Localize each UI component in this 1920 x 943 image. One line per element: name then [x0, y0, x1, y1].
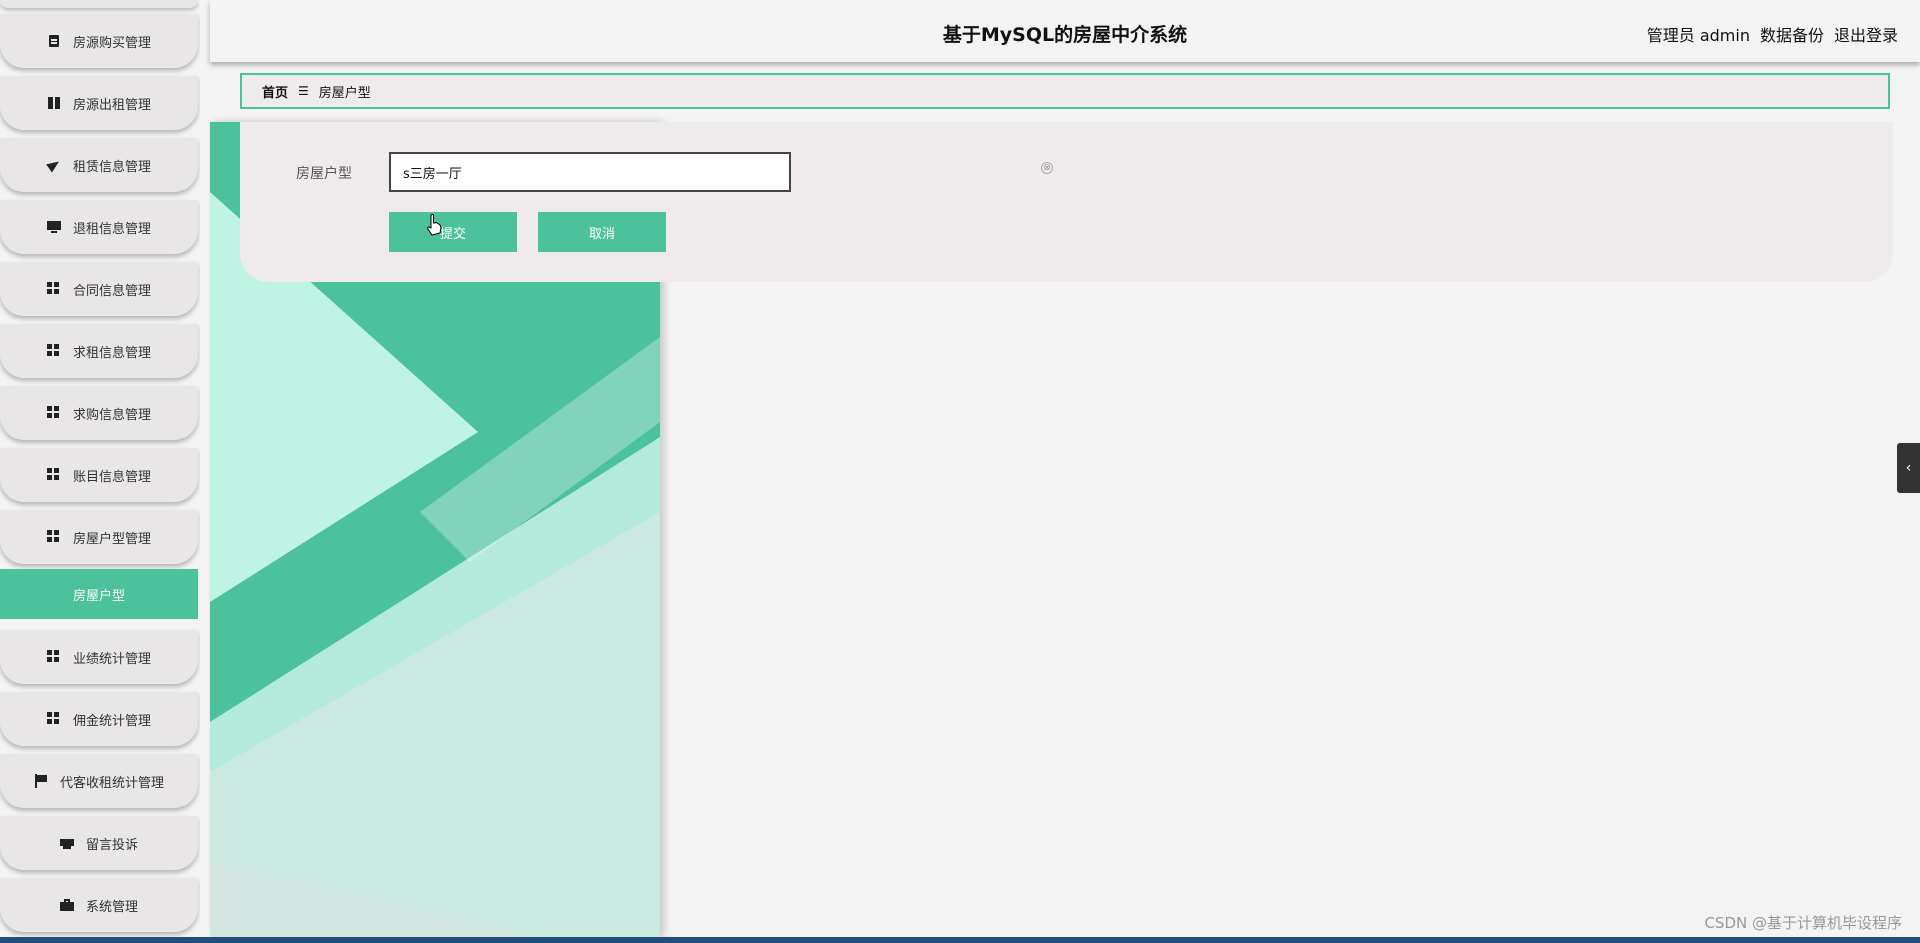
sidebar-item-label: 代客收租统计管理	[59, 775, 164, 791]
grid-icon	[46, 712, 61, 726]
suitcase-icon	[59, 898, 74, 912]
flag-icon	[34, 774, 48, 788]
sidebar-item-label: 退租信息管理	[72, 221, 151, 237]
sidebar-item-label: 房源出租管理	[72, 97, 151, 113]
taskbar-edge	[0, 937, 1920, 943]
form-card: 房屋户型 ⊗ 提交 取消	[240, 122, 1893, 282]
submit-button[interactable]: 提交	[389, 212, 517, 252]
sidebar-item-partial[interactable]	[0, 0, 198, 8]
app-root: 房源购买管理 房源出租管理 租赁信息管理 退租信息管理 合同信息管理 求租信息管…	[0, 0, 1920, 943]
collapse-handle[interactable]: ‹	[1897, 443, 1920, 493]
grid-icon	[46, 344, 61, 358]
cancel-button[interactable]: 取消	[538, 212, 666, 252]
breadcrumb: 首页 ☰ 房屋户型	[240, 73, 1890, 109]
sidebar-item-lease-info[interactable]: 租赁信息管理	[0, 138, 198, 192]
sidebar-item-rent-collection[interactable]: 代客收租统计管理	[0, 754, 198, 808]
sidebar-item-lease-return[interactable]: 退租信息管理	[0, 200, 198, 254]
header-actions: 管理员 admin 数据备份 退出登录	[1647, 22, 1898, 46]
house-type-label: 房屋户型	[296, 166, 352, 182]
sidebar-item-label: 账目信息管理	[72, 469, 151, 485]
sidebar-item-label: 业绩统计管理	[72, 651, 151, 667]
sidebar-item-label: 房源购买管理	[72, 35, 151, 51]
sidebar-item-rent-request[interactable]: 求租信息管理	[0, 324, 198, 378]
grid-icon	[46, 282, 61, 296]
sidebar-subitem-house-type[interactable]: 房屋户型	[0, 569, 198, 619]
sidebar-item-label: 房屋户型	[72, 588, 125, 604]
clear-icon[interactable]: ⊗	[1041, 162, 1053, 174]
grid-icon	[46, 406, 61, 420]
grid-icon	[46, 650, 61, 664]
book-icon	[47, 96, 61, 110]
breadcrumb-separator-icon: ☰	[298, 84, 309, 98]
house-type-input[interactable]	[389, 152, 791, 192]
current-user: 管理员 admin	[1646, 26, 1750, 45]
sidebar-item-label: 求租信息管理	[72, 345, 151, 361]
sidebar-item-label: 房屋户型管理	[72, 531, 151, 547]
monitor-icon	[46, 220, 61, 234]
breadcrumb-home[interactable]: 首页	[262, 82, 288, 101]
paper-plane-icon	[47, 158, 61, 172]
sidebar-item-label: 佣金统计管理	[72, 713, 151, 729]
sidebar-item-contract[interactable]: 合同信息管理	[0, 262, 198, 316]
sidebar-item-commission[interactable]: 佣金统计管理	[0, 692, 198, 746]
data-backup-link[interactable]: 数据备份	[1760, 22, 1824, 46]
sidebar-item-label: 租赁信息管理	[72, 159, 151, 175]
clipboard-icon	[47, 34, 61, 48]
sidebar-item-feedback[interactable]: 留言投诉	[0, 816, 198, 870]
sidebar-item-label: 求购信息管理	[72, 407, 151, 423]
sidebar-item-performance[interactable]: 业绩统计管理	[0, 630, 198, 684]
sidebar: 房源购买管理 房源出租管理 租赁信息管理 退租信息管理 合同信息管理 求租信息管…	[0, 0, 200, 943]
sidebar-item-buy-request[interactable]: 求购信息管理	[0, 386, 198, 440]
printer-icon	[59, 836, 74, 850]
sidebar-item-house-rent-out[interactable]: 房源出租管理	[0, 76, 198, 130]
sidebar-item-house-type-manage[interactable]: 房屋户型管理	[0, 510, 198, 564]
sidebar-item-accounts[interactable]: 账目信息管理	[0, 448, 198, 502]
breadcrumb-current: 房屋户型	[318, 85, 371, 101]
grid-icon	[46, 530, 61, 544]
sidebar-item-label: 合同信息管理	[72, 283, 151, 299]
sidebar-item-house-purchase[interactable]: 房源购买管理	[0, 14, 198, 68]
logout-link[interactable]: 退出登录	[1834, 22, 1898, 46]
sidebar-item-label: 留言投诉	[85, 837, 138, 853]
top-header: 基于MySQL的房屋中介系统 管理员 admin 数据备份 退出登录	[210, 0, 1920, 62]
sidebar-item-system[interactable]: 系统管理	[0, 878, 198, 932]
grid-icon	[46, 468, 61, 482]
watermark: CSDN @基于计算机毕设程序	[1704, 914, 1902, 932]
sidebar-item-label: 系统管理	[85, 899, 138, 915]
chevron-left-icon: ‹	[1905, 460, 1912, 476]
hand-cursor-icon	[427, 214, 442, 236]
